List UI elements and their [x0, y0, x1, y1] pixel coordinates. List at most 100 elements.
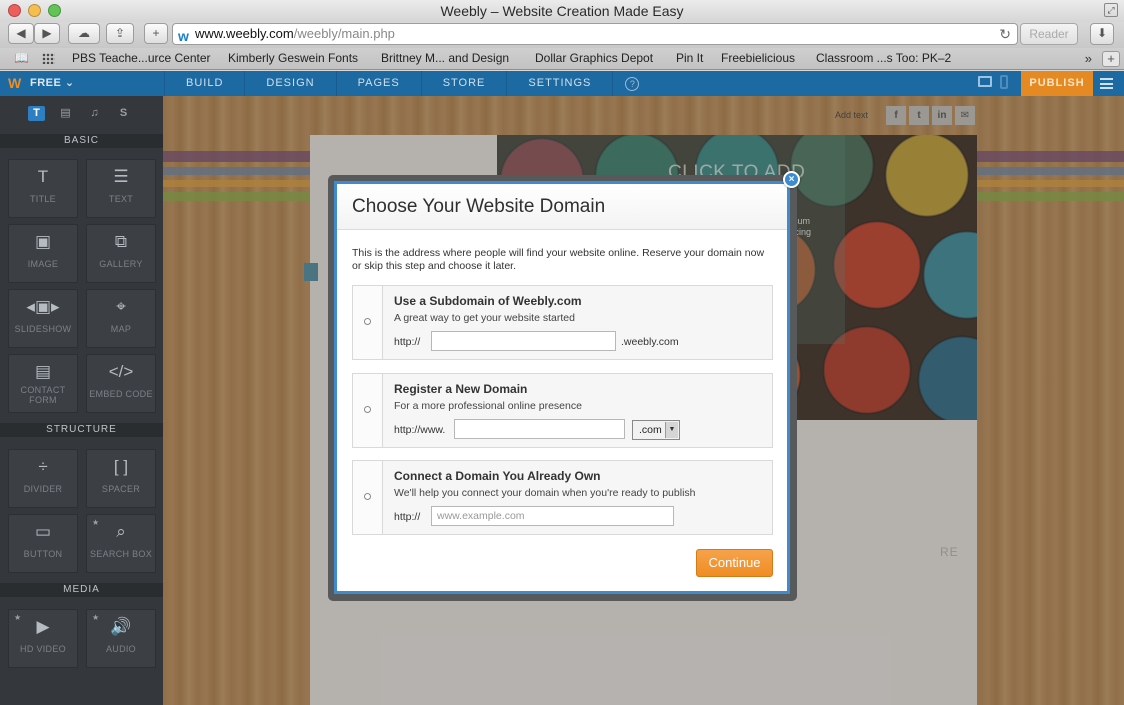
mobile-view-icon[interactable]: [1000, 75, 1008, 89]
spacer-element-tile[interactable]: [ ] SPACER: [86, 449, 156, 508]
bookmark-item[interactable]: PBS Teache...urce Center: [72, 48, 211, 69]
divider-icon: ÷: [38, 457, 48, 476]
add-bookmark-button[interactable]: +: [144, 23, 168, 44]
text-element-tile[interactable]: ☰ TEXT: [86, 159, 156, 218]
window-title: Weebly – Website Creation Made Easy: [440, 3, 684, 19]
weebly-favicon: w: [178, 28, 189, 44]
top-sites-icon[interactable]: [42, 53, 55, 64]
weebly-logo[interactable]: W: [8, 75, 21, 91]
reading-list-icon[interactable]: 📖: [14, 51, 29, 65]
slideshow-element-tile[interactable]: ◂▣▸ SLIDESHOW: [8, 289, 78, 348]
editor-tabs: BUILD DESIGN PAGES STORE SETTINGS ?: [164, 71, 640, 96]
gallery-icon: ⧉: [114, 232, 128, 251]
share-icon: ⇪: [114, 26, 126, 40]
section-media: MEDIA: [0, 583, 163, 597]
bookmarks-bar: 📖 PBS Teache...urce Center Kimberly Gesw…: [0, 48, 1124, 70]
layout-elements-tab[interactable]: ▤: [57, 106, 74, 121]
downloads-button[interactable]: ⬇: [1090, 23, 1114, 45]
map-element-tile[interactable]: ⌖ MAP: [86, 289, 156, 348]
form-icon: ▤: [34, 362, 52, 381]
subdomain-input[interactable]: [431, 331, 616, 351]
bookmark-item[interactable]: Pin It: [676, 48, 703, 69]
share-button[interactable]: ⇪: [106, 23, 134, 44]
embed-code-element-tile[interactable]: </> EMBED CODE: [86, 354, 156, 413]
new-tab-button[interactable]: +: [1102, 51, 1120, 67]
hd-video-element-tile[interactable]: ★ ▶ HD VIDEO: [8, 609, 78, 668]
url-domain: www.weebly.com: [195, 26, 294, 41]
desktop-view-icon[interactable]: [978, 76, 992, 87]
hamburger-menu-icon[interactable]: [1100, 78, 1113, 89]
new-domain-input[interactable]: [454, 419, 625, 439]
premium-star-icon: ★: [14, 613, 22, 622]
existing-domain-option[interactable]: Connect a Domain You Already Own We'll h…: [352, 460, 773, 535]
bookmark-item[interactable]: Dollar Graphics Depot: [535, 48, 653, 69]
slideshow-icon: ◂▣▸: [26, 297, 60, 316]
bookmark-item[interactable]: Freebielicious: [721, 48, 795, 69]
tab-settings[interactable]: SETTINGS: [507, 71, 614, 96]
elements-sidebar: T ▤ ♫ S BASIC T TITLE ☰ TEXT ▣ IMAGE ⧉ G…: [0, 96, 163, 705]
tld-select[interactable]: .com ▼: [632, 420, 680, 440]
existing-domain-input[interactable]: [431, 506, 674, 526]
help-icon[interactable]: ?: [625, 77, 640, 91]
address-bar[interactable]: w www.weebly.com/weebly/main.php ↻: [172, 23, 1018, 45]
title-icon: T: [37, 167, 49, 186]
dialog-intro: This is the address where people will fi…: [352, 247, 765, 272]
divider-element-tile[interactable]: ÷ DIVIDER: [8, 449, 78, 508]
media-elements-tab[interactable]: ♫: [86, 106, 103, 121]
commerce-elements-tab[interactable]: S: [115, 106, 132, 121]
back-arrow-icon: ◀: [16, 26, 26, 40]
register-domain-radio[interactable]: [364, 406, 371, 413]
continue-button[interactable]: Continue: [696, 549, 773, 577]
audio-element-tile[interactable]: ★ 🔊 AUDIO: [86, 609, 156, 668]
minimize-window-button[interactable]: [28, 4, 41, 17]
section-structure: STRUCTURE: [0, 423, 163, 437]
image-element-tile[interactable]: ▣ IMAGE: [8, 224, 78, 283]
publish-button[interactable]: PUBLISH: [1021, 71, 1093, 96]
icloud-tabs-button[interactable]: ☁: [68, 23, 100, 44]
text-elements-tab[interactable]: T: [28, 106, 45, 121]
weebly-top-nav: W FREE ⌄ BUILD DESIGN PAGES STORE SETTIN…: [0, 71, 1124, 96]
tab-build[interactable]: BUILD: [164, 71, 246, 96]
existing-domain-radio[interactable]: [364, 493, 371, 500]
bookmark-item[interactable]: Kimberly Geswein Fonts: [228, 48, 358, 69]
gallery-element-tile[interactable]: ⧉ GALLERY: [86, 224, 156, 283]
text-lines-icon: ☰: [113, 167, 129, 186]
premium-star-icon: ★: [92, 518, 100, 527]
download-icon: ⬇: [1096, 26, 1108, 40]
close-dialog-icon[interactable]: ×: [783, 171, 800, 188]
reader-button[interactable]: Reader: [1020, 23, 1078, 45]
code-icon: </>: [108, 362, 134, 381]
weebly-suffix: .weebly.com: [621, 336, 679, 348]
search-box-element-tile[interactable]: ★ ⌕ SEARCH BOX: [86, 514, 156, 573]
reload-icon[interactable]: ↻: [999, 24, 1011, 44]
subdomain-radio[interactable]: [364, 318, 371, 325]
zoom-window-button[interactable]: [48, 4, 61, 17]
window-controls: [8, 4, 61, 17]
tab-pages[interactable]: PAGES: [337, 71, 422, 96]
forward-button[interactable]: ▶: [34, 23, 60, 44]
contact-form-element-tile[interactable]: ▤ CONTACT FORM: [8, 354, 78, 413]
bookmark-item[interactable]: Brittney M... and Design: [381, 48, 509, 69]
more-bookmarks-button[interactable]: »: [1085, 48, 1092, 69]
button-element-tile[interactable]: ▭ BUTTON: [8, 514, 78, 573]
subdomain-option[interactable]: Use a Subdomain of Weebly.com A great wa…: [352, 285, 773, 360]
plan-dropdown[interactable]: FREE ⌄: [30, 71, 75, 96]
back-button[interactable]: ◀: [8, 23, 34, 44]
dialog-title: Choose Your Website Domain: [337, 184, 787, 230]
browser-toolbar: ◀ ▶ ☁ ⇪ + w www.weebly.com/weebly/main.p…: [0, 22, 1124, 48]
register-domain-option[interactable]: Register a New Domain For a more profess…: [352, 373, 773, 448]
tab-store[interactable]: STORE: [422, 71, 508, 96]
premium-star-icon: ★: [92, 613, 100, 622]
tab-design[interactable]: DESIGN: [245, 71, 337, 96]
bookmark-item[interactable]: Classroom ...s Too: PK–2: [816, 48, 951, 69]
close-window-button[interactable]: [8, 4, 21, 17]
map-pin-icon: ⌖: [116, 297, 126, 316]
button-icon: ▭: [34, 522, 52, 541]
url-path: /weebly/main.php: [293, 26, 395, 41]
fullscreen-icon[interactable]: ⤢: [1104, 3, 1118, 17]
forward-arrow-icon: ▶: [42, 26, 52, 40]
title-element-tile[interactable]: T TITLE: [8, 159, 78, 218]
window-titlebar: Weebly – Website Creation Made Easy ⤢: [0, 0, 1124, 22]
device-toggle: [978, 75, 1008, 89]
sidebar-tabs: T ▤ ♫ S: [28, 106, 132, 121]
